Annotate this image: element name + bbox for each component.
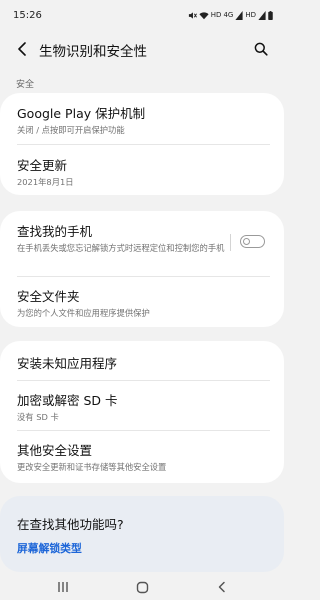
suggestion-card	[0, 496, 284, 572]
setting-secure-folder[interactable]: 安全文件夹 为您的个人文件和应用程序提供保护	[0, 286, 284, 324]
home-button[interactable]	[131, 577, 153, 597]
setting-encrypt-sd-card[interactable]: 加密或解密 SD 卡 没有 SD 卡	[0, 390, 284, 428]
setting-title: 其他安全设置	[17, 443, 93, 458]
screen-lock-type-link[interactable]: 屏幕解锁类型	[17, 540, 82, 556]
divider	[17, 276, 270, 277]
nav-back-button[interactable]	[211, 577, 233, 597]
setting-title: Google Play 保护机制	[17, 106, 146, 121]
battery-icon	[268, 11, 273, 20]
section-label-security: 安全	[16, 80, 35, 90]
setting-subtitle: 没有 SD 卡	[17, 412, 59, 422]
divider	[17, 144, 270, 145]
mute-icon	[188, 11, 197, 20]
4g-signal-icon	[235, 11, 243, 20]
hd-badge-icon: HD	[210, 11, 222, 19]
setting-install-unknown-apps[interactable]: 安装未知应用程序	[0, 353, 284, 381]
hd-badge-icon-2: HD	[245, 11, 256, 19]
search-button[interactable]	[250, 38, 272, 60]
setting-title: 安装未知应用程序	[17, 356, 118, 371]
find-my-mobile-toggle[interactable]	[240, 235, 265, 248]
status-bar: 15:26 HD 4G HD	[0, 0, 284, 34]
setting-title: 查找我的手机	[17, 224, 93, 239]
page-title: 生物识别和安全性	[39, 44, 147, 60]
status-icons: HD 4G HD	[188, 11, 273, 20]
signal-icon	[258, 11, 266, 20]
divider	[17, 430, 270, 431]
setting-subtitle: 关闭 / 点按即可开启保护功能	[17, 125, 125, 135]
navigation-bar	[0, 574, 284, 600]
settings-card-1: Google Play 保护机制 关闭 / 点按即可开启保护功能 安全更新 20…	[0, 93, 284, 195]
status-time: 15:26	[13, 10, 42, 21]
setting-security-update[interactable]: 安全更新 2021年8月1日	[0, 155, 284, 193]
setting-find-my-mobile[interactable]: 查找我的手机 在手机丢失或您忘记解锁方式时远程定位和控制您的手机	[0, 221, 284, 275]
setting-subtitle: 2021年8月1日	[17, 177, 74, 187]
toggle-knob	[242, 237, 250, 245]
setting-title: 安全更新	[17, 158, 68, 173]
setting-google-play-protect[interactable]: Google Play 保护机制 关闭 / 点按即可开启保护功能	[0, 103, 284, 147]
setting-title: 加密或解密 SD 卡	[17, 393, 118, 408]
toggle-separator	[230, 234, 231, 251]
setting-other-security-settings[interactable]: 其他安全设置 更改安全更新和证书存储等其他安全设置	[0, 440, 284, 478]
settings-card-3: 安装未知应用程序 加密或解密 SD 卡 没有 SD 卡 其他安全设置 更改安全更…	[0, 341, 284, 483]
recents-button[interactable]	[52, 577, 74, 597]
setting-title: 安全文件夹	[17, 289, 80, 304]
search-icon	[254, 42, 268, 56]
wifi-icon	[199, 11, 209, 20]
settings-card-2: 查找我的手机 在手机丢失或您忘记解锁方式时远程定位和控制您的手机 安全文件夹 为…	[0, 211, 284, 327]
4g-label: 4G	[223, 11, 234, 19]
recents-icon	[58, 582, 68, 592]
setting-subtitle: 在手机丢失或您忘记解锁方式时远程定位和控制您的手机	[17, 243, 225, 253]
setting-subtitle: 为您的个人文件和应用程序提供保护	[17, 308, 150, 318]
app-bar: 生物识别和安全性	[0, 34, 284, 64]
setting-subtitle: 更改安全更新和证书存储等其他安全设置	[17, 462, 167, 472]
back-arrow-icon	[18, 42, 26, 56]
home-icon	[136, 581, 148, 593]
suggestion-title: 在查找其他功能吗?	[17, 517, 124, 532]
back-button[interactable]	[12, 38, 34, 60]
divider	[17, 380, 270, 381]
back-icon	[218, 581, 225, 593]
